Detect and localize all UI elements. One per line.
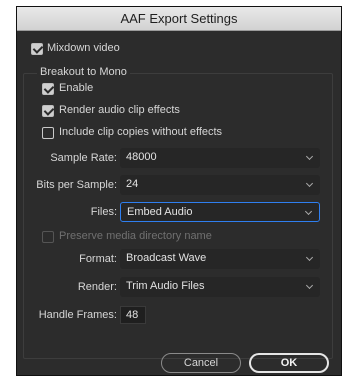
files-value: Embed Audio — [127, 206, 193, 218]
sample-rate-label: Sample Rate: — [50, 152, 117, 164]
mixdown-video-checkbox[interactable] — [31, 43, 43, 55]
handle-frames-label: Handle Frames: — [38, 309, 117, 321]
handle-frames-value: 48 — [126, 309, 139, 321]
chevron-down-icon — [305, 152, 314, 161]
ok-button[interactable]: OK — [249, 353, 329, 373]
dialog-title: AAF Export Settings — [120, 11, 238, 26]
handle-frames-input[interactable]: 48 — [120, 306, 146, 324]
sample-rate-value: 48000 — [126, 151, 157, 163]
chevron-down-icon — [305, 179, 314, 188]
render-select[interactable]: Trim Audio Files — [120, 277, 320, 297]
include-copies-label: Include clip copies without effects — [59, 126, 223, 138]
title-bar[interactable]: AAF Export Settings — [17, 7, 341, 31]
cancel-button[interactable]: Cancel — [161, 353, 241, 373]
render-label: Render: — [77, 281, 117, 293]
bits-per-sample-select[interactable]: 24 — [120, 175, 320, 195]
files-select[interactable]: Embed Audio — [120, 202, 320, 222]
render-effects-checkbox[interactable] — [42, 105, 54, 117]
sample-rate-select[interactable]: 48000 — [120, 148, 320, 168]
chevron-down-icon — [305, 253, 314, 262]
bits-per-sample-label: Bits per Sample: — [36, 179, 117, 191]
enable-label: Enable — [59, 82, 94, 94]
chevron-down-icon — [305, 281, 314, 290]
breakout-section-label: Breakout to Mono — [37, 66, 130, 78]
format-value: Broadcast Wave — [126, 252, 207, 264]
include-copies-checkbox[interactable] — [42, 127, 54, 139]
render-effects-label: Render audio clip effects — [59, 104, 180, 116]
bits-per-sample-value: 24 — [126, 178, 139, 190]
files-label: Files: — [90, 206, 117, 218]
mixdown-video-label: Mixdown video — [47, 42, 120, 54]
chevron-down-icon — [304, 207, 313, 216]
format-select[interactable]: Broadcast Wave — [120, 249, 320, 269]
preserve-dir-label: Preserve media directory name — [59, 230, 212, 242]
enable-checkbox[interactable] — [42, 83, 54, 95]
render-value: Trim Audio Files — [126, 280, 205, 292]
aaf-export-dialog: AAF Export Settings Mixdown video Breako… — [16, 6, 342, 376]
format-label: Format: — [79, 253, 117, 265]
preserve-dir-checkbox[interactable] — [42, 231, 54, 243]
